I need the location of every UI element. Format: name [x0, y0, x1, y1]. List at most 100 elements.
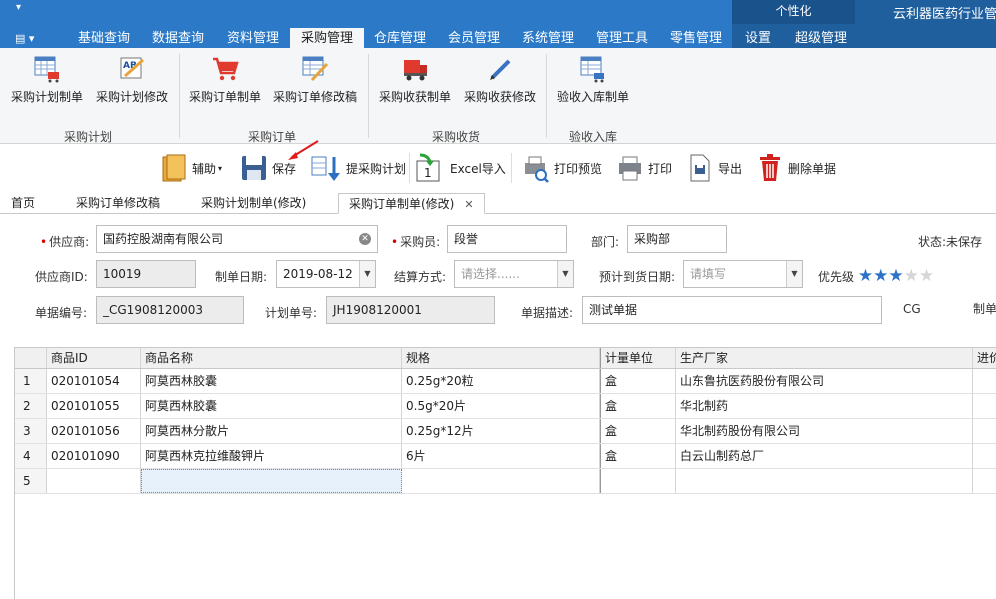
delete-document-button[interactable]: 删除单据 [756, 151, 836, 185]
grid-header-cell[interactable]: 生产厂家 [676, 348, 973, 368]
purchase-plan-create-button[interactable]: 采购计划制单 [10, 54, 84, 116]
table-cell[interactable]: 020101054 [47, 369, 141, 393]
tab-settings[interactable]: 设置 [745, 28, 771, 48]
table-cell[interactable]: 华北制药股份有限公司 [676, 419, 973, 443]
app-menu-button[interactable]: ▤ ▾ [9, 31, 49, 47]
desc-value: 测试单据 [589, 303, 638, 317]
inspection-stockin-create-button[interactable]: 验收入库制单 [556, 54, 630, 116]
make-date-picker[interactable]: 2019-08-12 ▼ [276, 260, 376, 288]
purchase-receipt-edit-label: 采购收获修改 [463, 90, 536, 104]
table-cell[interactable] [973, 469, 996, 493]
table-cell[interactable]: 020101055 [47, 394, 141, 418]
table-row[interactable]: 4 020101090 阿莫西林克拉维酸钾片 6片盒白云山制药总厂 [15, 444, 996, 469]
quick-access-chevron-icon[interactable]: ▾ [16, 2, 21, 13]
table-cell[interactable]: 阿莫西林分散片 [141, 419, 402, 443]
purchase-order-draft-edit-label: 采购订单修改稿 [272, 90, 357, 104]
arrival-date-picker[interactable]: 请填写 ▼ [683, 260, 803, 288]
table-cell[interactable]: 阿莫西林克拉维酸钾片 [141, 444, 402, 468]
print-preview-button[interactable]: 打印预览 [522, 151, 602, 185]
table-cell[interactable]: 0.5g*20片 [402, 394, 600, 418]
grid-header-cell[interactable]: 规格 [402, 348, 600, 368]
purchase-plan-edit-button[interactable]: AB 采购计划修改 [95, 54, 169, 116]
tab-basic-query[interactable]: 基础查询 [78, 28, 130, 48]
tab-purchase-mgmt[interactable]: 采购管理 [290, 28, 365, 49]
table-cell[interactable]: 020101056 [47, 419, 141, 443]
table-cell[interactable] [973, 444, 996, 468]
excel-import-label: Excel导入 [450, 161, 506, 176]
star-icon[interactable]: ★ [919, 266, 934, 286]
star-icon[interactable]: ★ [888, 266, 903, 286]
export-button[interactable]: 导出 [686, 151, 742, 185]
tab-data-query[interactable]: 数据查询 [152, 28, 204, 48]
personalize-button[interactable]: 个性化 [732, 0, 855, 24]
doctab-purchase-order-edit[interactable]: 采购订单制单(修改) ✕ [338, 193, 485, 214]
buyer-input[interactable]: 段誉 [447, 225, 567, 253]
ribbon-group-purchase-plan: 采购计划 [64, 130, 113, 144]
tab-member-mgmt[interactable]: 会员管理 [448, 28, 500, 48]
table-row[interactable]: 3 020101056 阿莫西林分散片 0.25g*12片盒华北制药股份有限公司 [15, 419, 996, 444]
purchase-order-draft-edit-button[interactable]: 采购订单修改稿 [272, 54, 358, 116]
table-cell[interactable] [973, 419, 996, 443]
desc-input[interactable]: 测试单据 [582, 296, 882, 324]
chevron-down-icon[interactable]: ▼ [557, 261, 573, 287]
purchase-order-create-button[interactable]: 采购订单制单 [188, 54, 262, 116]
table-cell[interactable]: 盒 [600, 394, 676, 418]
arrival-date-label: 预计到货日期: [599, 270, 676, 284]
tab-resource-mgmt[interactable]: 资料管理 [227, 28, 279, 48]
table-cell[interactable]: 020101090 [47, 444, 141, 468]
tab-warehouse-mgmt[interactable]: 仓库管理 [374, 28, 426, 48]
table-cell[interactable] [973, 369, 996, 393]
star-icon[interactable]: ★ [858, 266, 873, 286]
table-cell[interactable] [600, 469, 676, 493]
star-icon[interactable]: ★ [904, 266, 919, 286]
chevron-down-icon[interactable]: ▼ [786, 261, 802, 287]
required-dot-icon: • [391, 235, 399, 249]
close-tab-icon[interactable]: ✕ [464, 198, 473, 211]
grid-header-cell[interactable]: 进价 [973, 348, 996, 368]
table-cell[interactable]: 6片 [402, 444, 600, 468]
doc-no-value: _CG1908120003 [103, 303, 204, 317]
tab-tools[interactable]: 管理工具 [596, 28, 648, 48]
table-cell[interactable]: 白云山制药总厂 [676, 444, 973, 468]
table-cell[interactable]: 盒 [600, 419, 676, 443]
table-cell[interactable] [676, 469, 973, 493]
table-cell[interactable]: 0.25g*12片 [402, 419, 600, 443]
table-cell[interactable]: 盒 [600, 444, 676, 468]
priority-stars[interactable]: ★★★★★ [858, 266, 934, 286]
table-cell[interactable] [973, 394, 996, 418]
table-cell[interactable] [141, 469, 402, 493]
purchase-receipt-create-button[interactable]: 采购收获制单 [378, 54, 452, 116]
grid-header-cell[interactable]: 计量单位 [600, 348, 676, 368]
print-button[interactable]: 打印 [616, 151, 672, 185]
tab-retail-mgmt[interactable]: 零售管理 [670, 28, 722, 48]
table-cell[interactable]: 阿莫西林胶囊 [141, 394, 402, 418]
dept-input[interactable]: 采购部 [627, 225, 727, 253]
assist-button[interactable]: 辅助 ▾ [160, 151, 222, 185]
doctab-purchase-order-draft[interactable]: 采购订单修改稿 [76, 193, 160, 214]
table-row[interactable]: 5 [15, 469, 996, 494]
doctab-purchase-plan-edit[interactable]: 采购计划制单(修改) [201, 193, 306, 214]
clear-icon[interactable]: ✕ [359, 233, 371, 245]
table-cell[interactable]: 盒 [600, 369, 676, 393]
tab-system-mgmt[interactable]: 系统管理 [522, 28, 574, 48]
doctab-home[interactable]: 首页 [11, 193, 35, 214]
extract-plan-button[interactable]: 提采购计划 [310, 151, 406, 185]
table-cell[interactable] [47, 469, 141, 493]
table-cell[interactable]: 山东鲁抗医药股份有限公司 [676, 369, 973, 393]
purchase-receipt-edit-button[interactable]: 采购收获修改 [463, 54, 537, 116]
grid-header-cell[interactable]: 商品名称 [141, 348, 402, 368]
grid-header-cell[interactable]: 商品ID [47, 348, 141, 368]
chevron-down-icon[interactable]: ▼ [359, 261, 375, 287]
star-icon[interactable]: ★ [873, 266, 888, 286]
table-cell[interactable]: 阿莫西林胶囊 [141, 369, 402, 393]
settle-select[interactable]: 请选择...... ▼ [454, 260, 574, 288]
tab-super-mgmt[interactable]: 超级管理 [795, 28, 847, 48]
toolbar-divider [511, 153, 512, 183]
table-row[interactable]: 2 020101055 阿莫西林胶囊 0.5g*20片盒华北制药 [15, 394, 996, 419]
table-row[interactable]: 1 020101054 阿莫西林胶囊 0.25g*20粒盒山东鲁抗医药股份有限公司 [15, 369, 996, 394]
table-cell[interactable]: 华北制药 [676, 394, 973, 418]
excel-import-button[interactable]: 1 Excel导入 [414, 151, 506, 185]
table-cell[interactable]: 0.25g*20粒 [402, 369, 600, 393]
supplier-input[interactable]: 国药控股湖南有限公司 ✕ [96, 225, 378, 253]
table-cell[interactable] [402, 469, 600, 493]
